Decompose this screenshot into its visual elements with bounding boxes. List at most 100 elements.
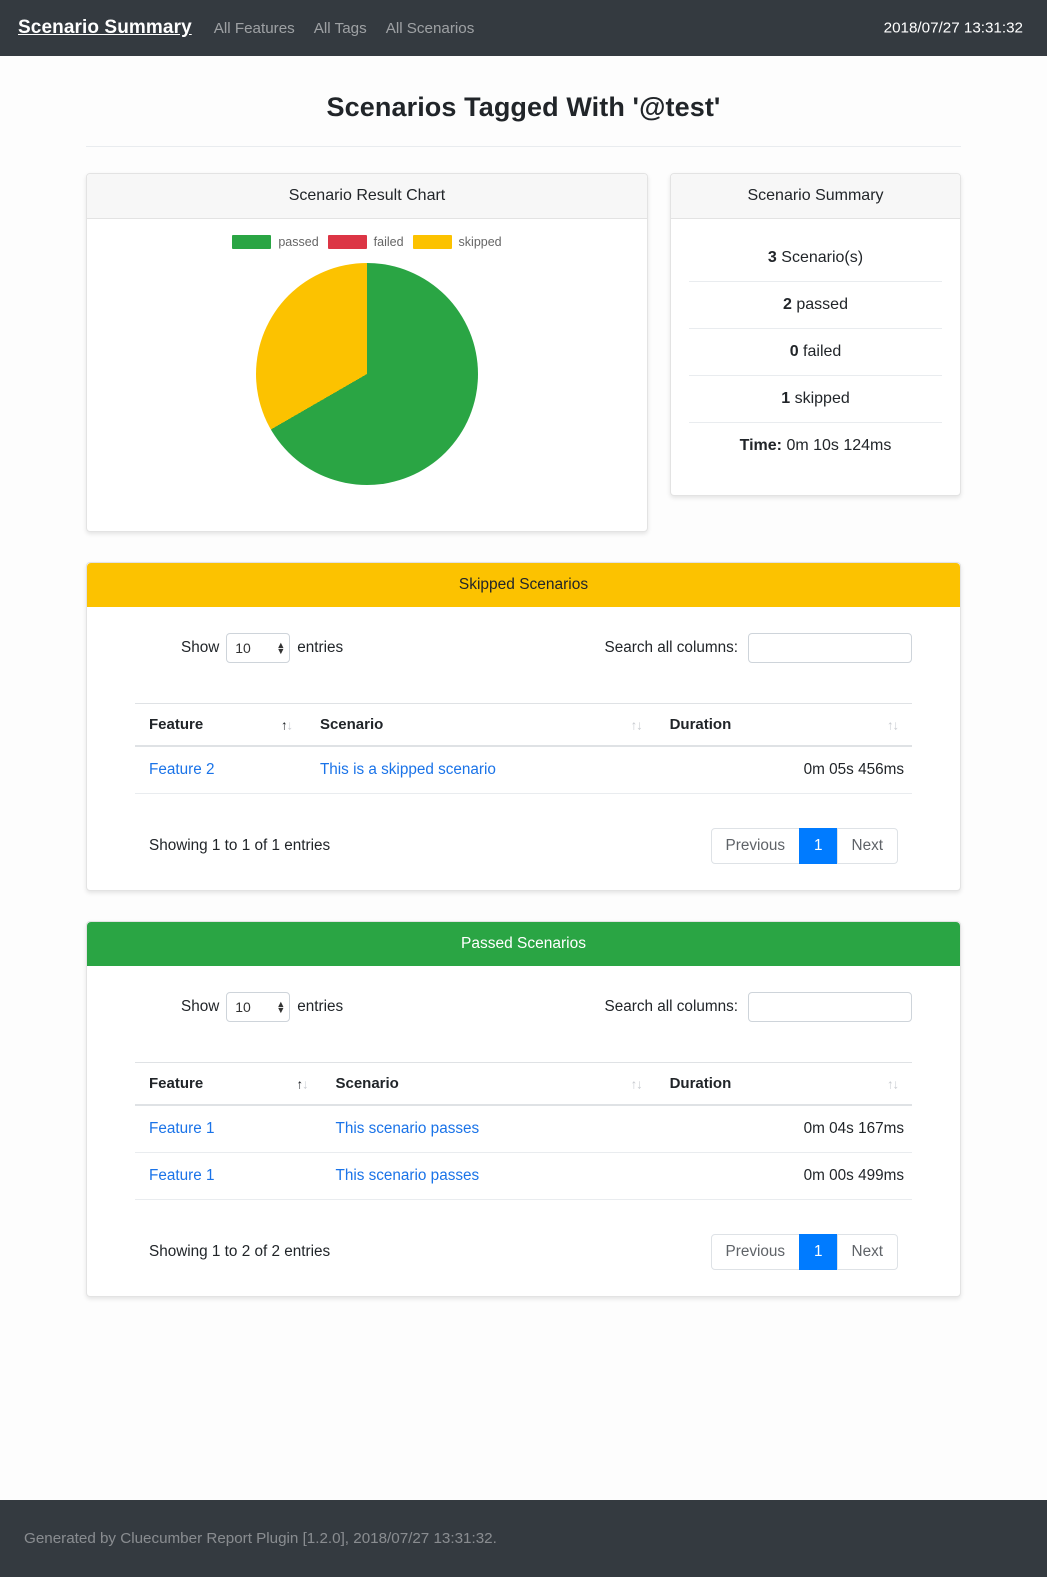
passed-pagination-previous[interactable]: Previous	[710, 1234, 801, 1270]
skipped-pagination-next[interactable]: Next	[836, 828, 898, 864]
passed-filter-control: Search all columns:	[605, 992, 912, 1022]
skipped-search-input[interactable]	[748, 633, 912, 663]
nav-link-all-scenarios[interactable]: All Scenarios	[386, 20, 475, 37]
cell-scenario: This is a skipped scenario	[305, 746, 656, 794]
summary-label-total: Scenario(s)	[776, 249, 864, 266]
summary-label-skipped: skipped	[790, 390, 850, 407]
feature-link[interactable]: Feature 1	[149, 1120, 214, 1137]
summary-label-passed: passed	[791, 296, 848, 313]
cell-duration: 0m 00s 499ms	[655, 1152, 912, 1200]
main-container: Scenario Result Chart passed failed skip…	[86, 173, 961, 1297]
summary-value-skipped: 1	[781, 390, 791, 407]
skipped-col-feature-label: Feature	[149, 716, 204, 733]
legend-item-failed[interactable]: failed	[327, 235, 404, 249]
feature-link[interactable]: Feature 1	[149, 1167, 214, 1184]
legend-item-passed[interactable]: passed	[232, 235, 319, 249]
sort-asc-icon: ↑↓	[296, 1076, 308, 1091]
footer-text: Generated by Cluecumber Report Plugin [1…	[24, 1530, 497, 1547]
skipped-length-control: Show 10 ▲ ▼ entries	[135, 633, 343, 663]
nav-link-all-features[interactable]: All Features	[214, 20, 295, 37]
skipped-col-duration-label: Duration	[669, 716, 732, 733]
page-header: Scenarios Tagged With '@test'	[0, 56, 1047, 147]
skipped-pagination-previous[interactable]: Previous	[710, 828, 801, 864]
table-row: Feature 1 This scenario passes 0m 04s 16…	[135, 1105, 912, 1153]
passed-search-input[interactable]	[748, 992, 912, 1022]
skipped-pagination: Previous 1 Next	[710, 828, 898, 864]
summary-row-passed: 2 passed	[689, 282, 942, 329]
passed-scenarios-card: Passed Scenarios Show 10 ▲ ▼ entries Sear…	[86, 921, 961, 1297]
summary-label-failed: failed	[798, 343, 842, 360]
skipped-col-duration[interactable]: Duration ↑↓	[655, 703, 912, 747]
passed-col-feature[interactable]: Feature ↑↓	[135, 1062, 322, 1106]
passed-table-info: Showing 1 to 2 of 2 entries	[149, 1243, 331, 1260]
passed-pagination-page-1[interactable]: 1	[799, 1234, 838, 1270]
skipped-col-feature[interactable]: Feature ↑↓	[135, 703, 306, 747]
skipped-table-footer: Showing 1 to 1 of 1 entries Previous 1 N…	[135, 828, 912, 872]
chevron-updown-icon: ▲ ▼	[276, 640, 286, 656]
cell-feature: Feature 1	[135, 1152, 322, 1200]
skipped-filter-control: Search all columns:	[605, 633, 912, 663]
sort-both-icon: ↑↓	[630, 1076, 643, 1091]
legend-label-failed: failed	[373, 235, 404, 249]
page-title: Scenarios Tagged With '@test'	[326, 92, 721, 122]
legend-swatch-skipped	[412, 235, 452, 249]
scenario-result-chart-body: passed failed skipped	[87, 219, 647, 531]
sort-both-icon: ↑↓	[887, 1076, 899, 1091]
scenario-result-chart-title: Scenario Result Chart	[87, 174, 647, 219]
skipped-table-controls: Show 10 ▲ ▼ entries Search all columns:	[135, 633, 912, 663]
summary-row-total: 3 Scenario(s)	[689, 235, 942, 282]
table-row: Feature 2 This is a skipped scenario 0m …	[135, 746, 912, 794]
cell-feature: Feature 2	[135, 746, 306, 794]
sort-both-icon: ↑↓	[887, 717, 899, 732]
passed-col-scenario[interactable]: Scenario ↑↓	[321, 1062, 656, 1106]
summary-value-failed: 0	[789, 343, 799, 360]
legend-label-skipped: skipped	[458, 235, 502, 249]
title-divider	[86, 146, 961, 147]
navbar-timestamp: 2018/07/27 13:31:32	[883, 19, 1023, 37]
passed-scenarios-body: Show 10 ▲▼ entries Search all columns:	[87, 966, 960, 1296]
feature-link[interactable]: Feature 2	[149, 761, 214, 778]
summary-value-total: 3	[767, 249, 777, 266]
chevron-updown-icon: ▲ ▼	[276, 999, 286, 1015]
cell-duration: 0m 05s 456ms	[655, 746, 912, 794]
table-row: Feature 1 This scenario passes 0m 00s 49…	[135, 1152, 912, 1200]
skipped-scenarios-table: Feature ↑↓ Scenario ↑↓ Duration ↑↓ Featu…	[135, 703, 912, 794]
passed-pagination-next[interactable]: Next	[836, 1234, 898, 1270]
passed-table-footer: Showing 1 to 2 of 2 entries Previous 1 N…	[135, 1234, 912, 1278]
passed-col-duration[interactable]: Duration ↑↓	[655, 1062, 912, 1106]
scenario-result-chart-card: Scenario Result Chart passed failed skip…	[86, 173, 648, 532]
nav-link-all-tags[interactable]: All Tags	[314, 20, 367, 37]
skipped-col-scenario[interactable]: Scenario ↑↓	[305, 703, 656, 747]
passed-table-controls: Show 10 ▲ ▼ entries Search all columns:	[135, 992, 912, 1022]
pie-chart[interactable]	[256, 263, 478, 485]
passed-col-duration-label: Duration	[669, 1075, 732, 1092]
skipped-col-scenario-label: Scenario	[319, 716, 384, 733]
table-header-row: Feature ↑↓ Scenario ↑↓ Duration ↑↓	[135, 1062, 912, 1106]
passed-pagination: Previous 1 Next	[710, 1234, 898, 1270]
skipped-table-info: Showing 1 to 1 of 1 entries	[149, 837, 331, 854]
skipped-entries-select[interactable]: 10 ▲ ▼	[226, 633, 291, 663]
cell-duration: 0m 04s 167ms	[655, 1105, 912, 1153]
passed-entries-value: 10	[235, 999, 251, 1015]
table-header-row: Feature ↑↓ Scenario ↑↓ Duration ↑↓	[135, 703, 912, 747]
scenario-link[interactable]: This is a skipped scenario	[320, 761, 496, 778]
scenario-link[interactable]: This scenario passes	[335, 1120, 479, 1137]
skipped-entries-label: entries	[297, 639, 344, 656]
passed-scenarios-table: Feature ↑↓ Scenario ↑↓ Duration ↑↓ Featu…	[135, 1062, 912, 1200]
passed-entries-label: entries	[297, 998, 344, 1015]
cell-scenario: This scenario passes	[321, 1105, 656, 1153]
skipped-pagination-page-1[interactable]: 1	[799, 828, 838, 864]
legend-item-skipped[interactable]: skipped	[412, 235, 502, 249]
cell-scenario: This scenario passes	[321, 1152, 656, 1200]
scenario-summary-title: Scenario Summary	[671, 174, 960, 219]
navbar-brand[interactable]: Scenario Summary	[18, 17, 192, 39]
passed-entries-select[interactable]: 10 ▲ ▼	[226, 992, 291, 1022]
skipped-show-label: Show	[181, 639, 220, 656]
skipped-scenarios-body: Show 10 ▲▼ entries Search all columns:	[87, 607, 960, 890]
chart-legend: passed failed skipped	[232, 235, 502, 249]
sort-asc-icon: ↑↓	[280, 717, 293, 732]
scenario-summary-body: 3 Scenario(s) 2 passed 0 failed 1 skippe…	[671, 219, 960, 495]
passed-show-label: Show	[181, 998, 220, 1015]
passed-col-feature-label: Feature	[149, 1075, 204, 1092]
scenario-link[interactable]: This scenario passes	[335, 1167, 479, 1184]
